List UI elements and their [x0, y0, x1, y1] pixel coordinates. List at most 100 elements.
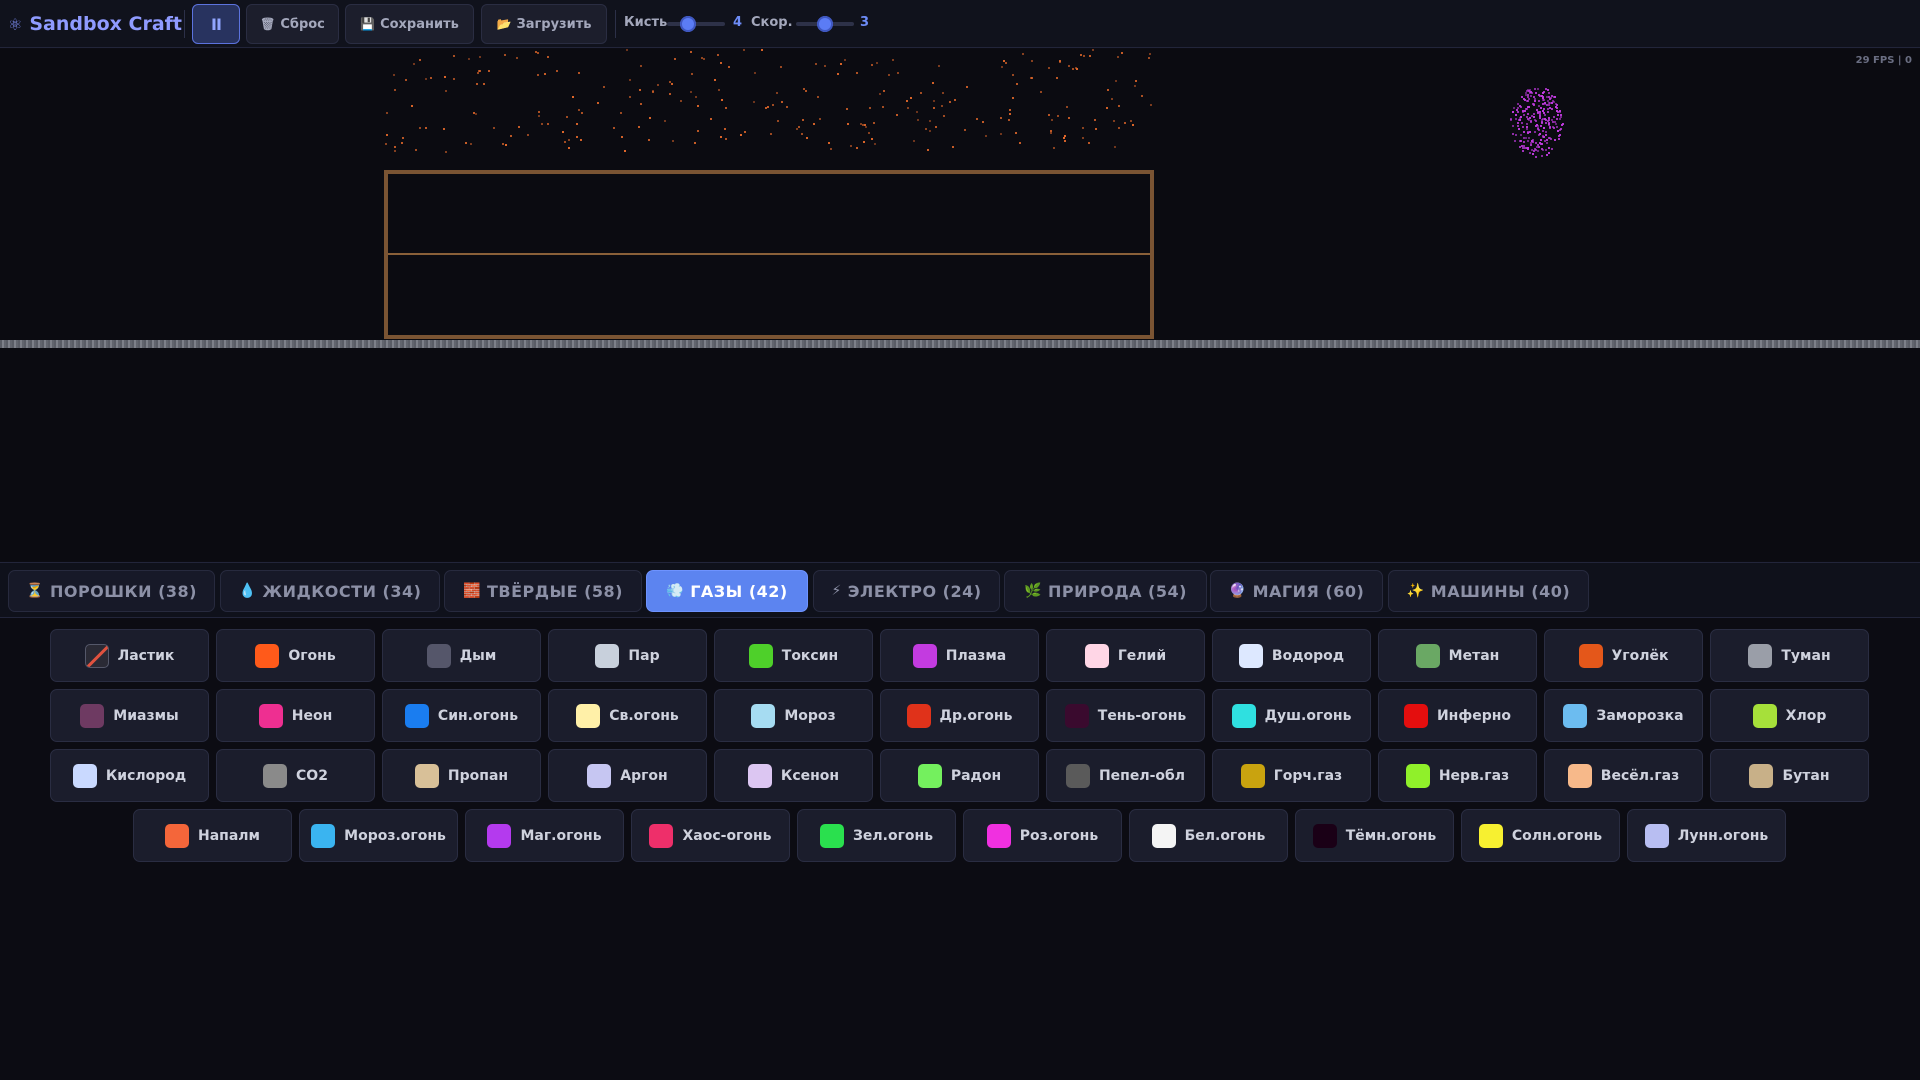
- element-button[interactable]: Плазма: [880, 629, 1039, 682]
- element-button[interactable]: Нерв.газ: [1378, 749, 1537, 802]
- element-label: Плазма: [945, 647, 1007, 664]
- tab-label: ТВЁРДЫЕ (58): [486, 581, 623, 601]
- element-button[interactable]: Аргон: [548, 749, 707, 802]
- element-swatch: [263, 763, 288, 788]
- element-button[interactable]: Туман: [1710, 629, 1869, 682]
- toolbar: ⚛ Sandbox Craft II 🗑 Сброс 💾 Сохранить 📂…: [0, 0, 1920, 48]
- element-button[interactable]: Миазмы: [50, 689, 209, 742]
- element-button[interactable]: Метан: [1378, 629, 1537, 682]
- tab-label: ПРИРОДА (54): [1048, 581, 1187, 601]
- element-button[interactable]: Бутан: [1710, 749, 1869, 802]
- droplet-icon: 💧: [238, 583, 257, 599]
- element-swatch: [1415, 643, 1440, 668]
- element-label: Дым: [459, 647, 497, 664]
- element-button[interactable]: Зел.огонь: [797, 809, 956, 862]
- element-button[interactable]: Лунн.огонь: [1627, 809, 1786, 862]
- element-button[interactable]: Пропан: [382, 749, 541, 802]
- slider-thumb[interactable]: [680, 16, 696, 32]
- speed-slider[interactable]: [796, 16, 854, 32]
- element-label: Бел.огонь: [1184, 827, 1266, 844]
- load-button[interactable]: 📂 Загрузить: [481, 4, 607, 44]
- element-button[interactable]: Дым: [382, 629, 541, 682]
- element-button[interactable]: Св.огонь: [548, 689, 707, 742]
- element-swatch: [1312, 823, 1337, 848]
- save-button-label: Сохранить: [380, 16, 459, 32]
- element-swatch: [80, 703, 105, 728]
- tab-label: МАШИНЫ (40): [1430, 581, 1571, 601]
- element-label: Миазмы: [113, 707, 179, 724]
- element-button[interactable]: Тёмн.огонь: [1295, 809, 1454, 862]
- tab-electro[interactable]: ⚡ ЭЛЕКТРО (24): [813, 570, 1000, 612]
- element-button[interactable]: Огонь: [216, 629, 375, 682]
- ember-particles: [385, 49, 1152, 153]
- element-button[interactable]: Уголёк: [1544, 629, 1703, 682]
- plasma-particles: [1510, 88, 1564, 158]
- element-button[interactable]: Хаос-огонь: [631, 809, 790, 862]
- element-label: Нерв.газ: [1438, 767, 1510, 784]
- stone-floor: [0, 340, 1920, 348]
- pause-button[interactable]: II: [192, 4, 240, 44]
- element-swatch: [1752, 703, 1777, 728]
- element-label: Кислород: [105, 767, 187, 784]
- element-button[interactable]: Напалм: [133, 809, 292, 862]
- app-brand: ⚛ Sandbox Craft: [8, 12, 182, 36]
- element-button[interactable]: Неон: [216, 689, 375, 742]
- tab-liquids[interactable]: 💧 ЖИДКОСТИ (34): [220, 570, 440, 612]
- element-button[interactable]: Пепел-обл: [1046, 749, 1205, 802]
- element-button[interactable]: Роз.огонь: [963, 809, 1122, 862]
- element-button[interactable]: Горч.газ: [1212, 749, 1371, 802]
- element-label: Инферно: [1436, 707, 1512, 724]
- element-button[interactable]: Мороз.огонь: [299, 809, 458, 862]
- element-label: Метан: [1448, 647, 1500, 664]
- element-button[interactable]: Син.огонь: [382, 689, 541, 742]
- brush-size-slider[interactable]: [667, 16, 725, 32]
- element-button[interactable]: Бел.огонь: [1129, 809, 1288, 862]
- element-button[interactable]: Гелий: [1046, 629, 1205, 682]
- element-swatch: [1151, 823, 1176, 848]
- element-button[interactable]: Токсин: [714, 629, 873, 682]
- tab-gases[interactable]: 💨 ГАЗЫ (42): [646, 570, 808, 612]
- element-button[interactable]: Ластик: [50, 629, 209, 682]
- element-button[interactable]: Ксенон: [714, 749, 873, 802]
- element-button[interactable]: Пар: [548, 629, 707, 682]
- element-swatch: [1578, 643, 1603, 668]
- element-button[interactable]: Маг.огонь: [465, 809, 624, 862]
- element-label: Св.огонь: [609, 707, 679, 724]
- element-button[interactable]: Инферно: [1378, 689, 1537, 742]
- element-button[interactable]: Весёл.газ: [1544, 749, 1703, 802]
- tab-label: ПОРОШКИ (38): [49, 581, 197, 601]
- element-button[interactable]: Солн.огонь: [1461, 809, 1620, 862]
- element-button[interactable]: Мороз: [714, 689, 873, 742]
- speed-value: 3: [860, 15, 870, 30]
- tab-powders[interactable]: ⏳ ПОРОШКИ (38): [8, 570, 215, 612]
- element-button[interactable]: Тень-огонь: [1046, 689, 1205, 742]
- element-button[interactable]: Водород: [1212, 629, 1371, 682]
- element-button[interactable]: CO2: [216, 749, 375, 802]
- tab-magic[interactable]: 🔮 МАГИЯ (60): [1210, 570, 1383, 612]
- slider-thumb[interactable]: [817, 16, 833, 32]
- element-button[interactable]: Заморозка: [1544, 689, 1703, 742]
- element-palette: Ластик Огонь Дым Пар Токсин Плазма Гелий Водоро…: [0, 619, 1920, 1080]
- lightning-icon: ⚡: [831, 583, 842, 599]
- element-label: Зел.огонь: [852, 827, 934, 844]
- tab-machines[interactable]: ✨ МАШИНЫ (40): [1388, 570, 1589, 612]
- tab-solids[interactable]: 🧱 ТВЁРДЫЕ (58): [444, 570, 642, 612]
- element-swatch: [819, 823, 844, 848]
- simulation-canvas[interactable]: 29 FPS | 0: [0, 49, 1920, 561]
- tab-nature[interactable]: 🌿 ПРИРОДА (54): [1004, 570, 1207, 612]
- tab-label: ЭЛЕКТРО (24): [847, 581, 982, 601]
- reset-button[interactable]: 🗑 Сброс: [246, 4, 339, 44]
- element-swatch: [165, 823, 189, 848]
- element-swatch: [487, 823, 512, 848]
- load-button-label: Загрузить: [516, 16, 592, 32]
- element-button[interactable]: Др.огонь: [880, 689, 1039, 742]
- element-button[interactable]: Радон: [880, 749, 1039, 802]
- reset-button-label: Сброс: [280, 16, 325, 32]
- element-button[interactable]: Душ.огонь: [1212, 689, 1371, 742]
- element-button[interactable]: Хлор: [1710, 689, 1869, 742]
- save-button[interactable]: 💾 Сохранить: [345, 4, 474, 44]
- wood-shelf: [388, 253, 1150, 255]
- element-swatch: [576, 703, 601, 728]
- crystal-ball-icon: 🔮: [1228, 583, 1247, 599]
- element-button[interactable]: Кислород: [50, 749, 209, 802]
